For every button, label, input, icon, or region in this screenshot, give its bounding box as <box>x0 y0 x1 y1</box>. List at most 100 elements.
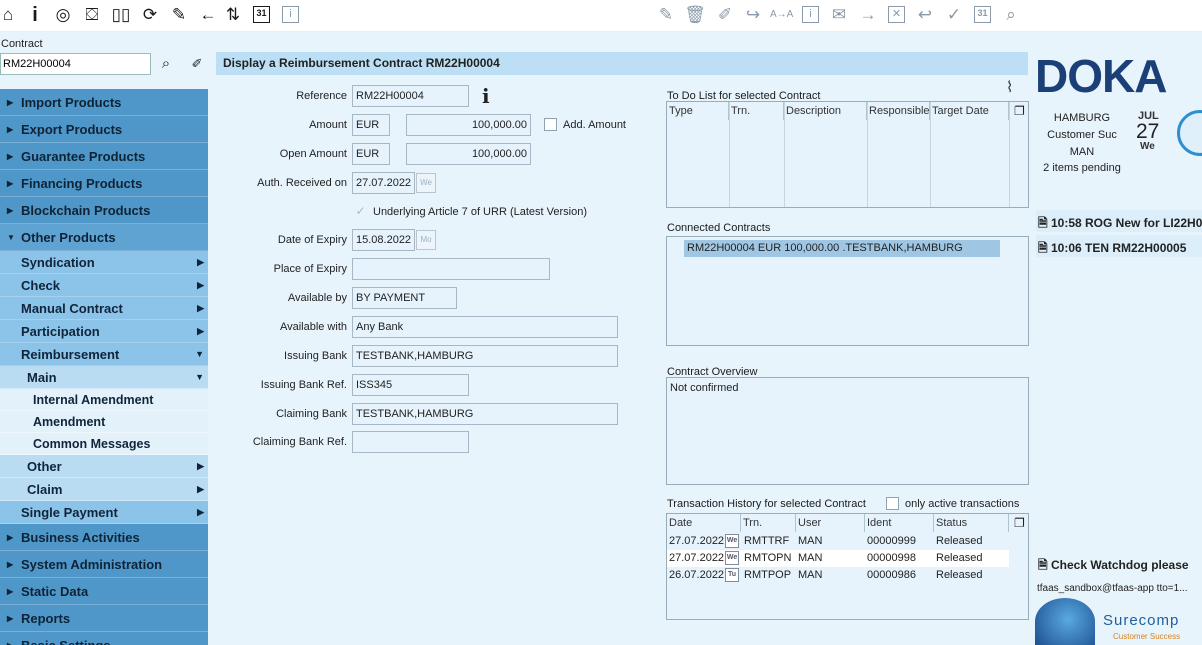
info-icon[interactable]: i <box>482 84 490 108</box>
history-col-user[interactable]: User <box>796 514 865 532</box>
todo-col-responsible[interactable]: Responsible <box>867 102 930 120</box>
doc-edit-icon[interactable]: ✐ <box>187 54 207 74</box>
calendar-icon[interactable]: 31 <box>253 6 270 23</box>
paperclip-icon[interactable]: ⌇ <box>1006 78 1013 96</box>
sidebar-item-reimbursement[interactable]: Reimbursement ▼ <box>0 343 208 366</box>
table-row[interactable]: 26.07.2022 Tu RMTPOP MAN 00000986 Released <box>667 567 1009 584</box>
sidebar-item-reports[interactable]: ▶ Reports <box>0 605 208 632</box>
sidebar-item-static-data[interactable]: ▶ Static Data <box>0 578 208 605</box>
sidebar-item-amendment[interactable]: Amendment <box>0 411 208 433</box>
claiming-bank-ref-field[interactable] <box>352 431 469 453</box>
close-box-icon[interactable]: ✕ <box>888 6 905 23</box>
arrow-right-icon[interactable]: → <box>857 4 879 26</box>
claiming-bank-field[interactable]: TESTBANK,HAMBURG <box>352 403 618 425</box>
sidebar-item-export-products[interactable]: ▶ Export Products <box>0 116 208 143</box>
date-picker-icon[interactable]: We <box>416 173 436 193</box>
sidebar-item-business-activities[interactable]: ▶ Business Activities <box>0 524 208 551</box>
urr-checkbox[interactable]: ✓ <box>354 205 367 218</box>
issuing-bank-ref-field[interactable]: ISS345 <box>352 374 469 396</box>
sync-icon[interactable]: ⇅ <box>222 4 244 26</box>
sidebar-item-syndication[interactable]: Syndication ▶ <box>0 251 208 274</box>
issuing-bank-field[interactable]: TESTBANK,HAMBURG <box>352 345 618 367</box>
pending-items[interactable]: 2 items pending <box>1034 162 1130 174</box>
sidebar-item-other-products[interactable]: ▼ Other Products <box>0 224 208 251</box>
contract-input[interactable] <box>0 53 151 75</box>
watchdog-message[interactable]: 🗎 Check Watchdog please <box>1038 556 1189 577</box>
message-item[interactable]: 🗎 10:06 TEN RM22H00005 <box>1038 239 1186 260</box>
table-row[interactable]: 27.07.2022 We RMTOPN MAN 00000998 Released <box>667 550 1009 567</box>
undo-icon[interactable]: ↩ <box>914 4 936 26</box>
todo-col-type[interactable]: Type <box>667 102 729 120</box>
back-arrow-icon[interactable]: ← <box>197 4 219 26</box>
home-icon[interactable]: ⌂ <box>0 4 19 26</box>
todo-col-target-date[interactable]: Target Date <box>930 102 1009 120</box>
todo-col-trn[interactable]: Trn. <box>729 102 784 120</box>
chevron-right-icon: ▶ <box>7 178 14 188</box>
date-of-expiry-field[interactable]: 15.08.2022 <box>352 229 415 251</box>
sidebar-item-other[interactable]: Other ▶ <box>0 455 208 478</box>
place-of-expiry-field[interactable] <box>352 258 550 280</box>
calendar-icon[interactable]: 31 <box>974 6 991 23</box>
add-amount-checkbox[interactable] <box>544 118 557 131</box>
sidebar-item-check[interactable]: Check ▶ <box>0 274 208 297</box>
amount-currency[interactable]: EUR <box>352 114 390 136</box>
sidebar-item-manual-contract[interactable]: Manual Contract ▶ <box>0 297 208 320</box>
sidebar-item-guarantee-products[interactable]: ▶ Guarantee Products <box>0 143 208 170</box>
copy-icon[interactable]: ❐ <box>1014 104 1025 118</box>
sidebar-item-financing-products[interactable]: ▶ Financing Products <box>0 170 208 197</box>
sidebar-item-common-messages[interactable]: Common Messages <box>0 433 208 455</box>
transfer-icon[interactable]: A→A <box>770 4 793 26</box>
sidebar-item-basic-settings[interactable]: ▶ Basic Settings <box>0 632 208 645</box>
todo-col-description[interactable]: Description <box>784 102 867 120</box>
connected-title: Connected Contracts <box>667 222 771 234</box>
forward-icon[interactable]: ↪ <box>742 4 764 26</box>
open-amount-currency[interactable]: EUR <box>352 143 390 165</box>
chevron-right-icon: ▶ <box>197 506 204 517</box>
available-with-field[interactable]: Any Bank <box>352 316 618 338</box>
date-picker-icon[interactable]: Mo <box>416 230 436 250</box>
table-row[interactable]: 27.07.2022 We RMTTRF MAN 00000999 Released <box>667 533 1009 550</box>
info-box-icon[interactable]: i <box>802 6 819 23</box>
sidebar-item-label: Single Payment <box>21 504 118 520</box>
available-with-label: Available with <box>279 321 347 333</box>
search-icon[interactable]: ⌕ <box>156 54 176 74</box>
history-col-ident[interactable]: Ident <box>865 514 934 532</box>
sidebar-item-claim[interactable]: Claim ▶ <box>0 478 208 501</box>
history-col-status[interactable]: Status <box>934 514 1009 532</box>
sidebar-item-main[interactable]: Main ▼ <box>0 366 208 389</box>
book-icon[interactable]: ▯▯ <box>110 4 132 26</box>
sidebar-item-blockchain-products[interactable]: ▶ Blockchain Products <box>0 197 208 224</box>
edit-doc-icon[interactable]: ✎ <box>168 4 190 26</box>
edit-icon[interactable]: ✎ <box>655 4 677 26</box>
trash-icon[interactable]: 🗑 <box>684 4 706 26</box>
sidebar-item-internal-amendment[interactable]: Internal Amendment <box>0 389 208 411</box>
sidebar-item-participation[interactable]: Participation ▶ <box>0 320 208 343</box>
doc-edit-icon[interactable]: ✐ <box>714 4 736 26</box>
target-icon[interactable]: ◎ <box>52 4 74 26</box>
sidebar-item-label: Import Products <box>21 94 122 110</box>
check-icon[interactable]: ✓ <box>943 4 965 26</box>
message-item[interactable]: 🗎 10:58 ROG New for LI22H00 <box>1038 214 1202 235</box>
open-amount-field[interactable]: 100,000.00 <box>406 143 531 165</box>
refresh-doc-icon[interactable]: ⟳ <box>139 4 161 26</box>
sidebar-item-label: Internal Amendment <box>33 392 154 407</box>
claiming-bank-label: Claiming Bank <box>276 408 347 420</box>
amount-field[interactable]: 100,000.00 <box>406 114 531 136</box>
history-col-trn[interactable]: Trn. <box>741 514 796 532</box>
auth-received-date[interactable]: 27.07.2022 <box>352 172 415 194</box>
copy-icon[interactable]: ❐ <box>1014 516 1025 530</box>
sidebar-item-system-administration[interactable]: ▶ System Administration <box>0 551 208 578</box>
calendar-weekday: We <box>1140 141 1155 152</box>
info-icon[interactable]: i <box>24 4 46 26</box>
reference-field[interactable]: RM22H00004 <box>352 85 469 107</box>
sidebar-item-import-products[interactable]: ▶ Import Products <box>0 89 208 116</box>
hand-box-icon[interactable]: ⛋ <box>81 4 103 26</box>
only-active-checkbox[interactable] <box>886 497 899 510</box>
mail-icon[interactable]: ✉ <box>828 4 850 26</box>
sidebar-item-single-payment[interactable]: Single Payment ▶ <box>0 501 208 524</box>
available-by-field[interactable]: BY PAYMENT <box>352 287 457 309</box>
search-icon[interactable]: ⌕ <box>1000 4 1022 26</box>
history-col-date[interactable]: Date <box>667 514 741 532</box>
connected-contract-item[interactable]: RM22H00004 EUR 100,000.00 .TESTBANK,HAMB… <box>684 240 1000 257</box>
info-box-icon[interactable]: i <box>282 6 299 23</box>
